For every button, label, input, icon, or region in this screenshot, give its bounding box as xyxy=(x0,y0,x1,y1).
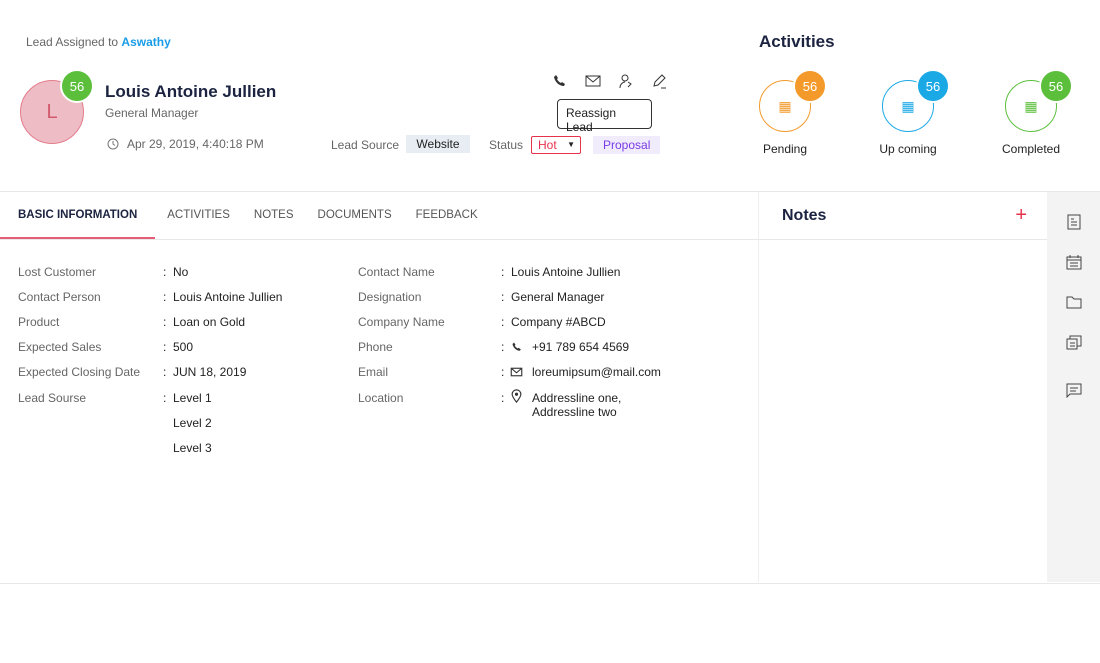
completed-label: Completed xyxy=(1001,142,1061,156)
field-label: Lost Customer xyxy=(18,265,97,279)
reassign-tooltip: Reassign Lead xyxy=(557,99,652,134)
lead-date: Apr 29, 2019, 4:40:18 PM xyxy=(107,137,264,151)
field-value: Addressline one, xyxy=(532,391,622,405)
stage-pill: Proposal xyxy=(593,136,661,154)
tab-documents[interactable]: DOCUMENTS xyxy=(306,192,404,239)
document-icon[interactable] xyxy=(1066,214,1082,230)
field-label: Contact Name xyxy=(358,265,435,279)
field-value: Loan on Gold xyxy=(173,315,246,329)
caret-down-icon: ▼ xyxy=(567,140,575,149)
calendar-check-icon: ▦ xyxy=(1024,97,1038,114)
reassign-user-icon[interactable] xyxy=(618,73,634,89)
location-pin-icon xyxy=(511,389,522,403)
lead-source-pill: Website xyxy=(406,135,470,153)
field-label: Location xyxy=(358,391,404,405)
field-label: Expected Closing Date xyxy=(18,365,141,379)
field-label: Phone xyxy=(358,340,393,354)
field-value: No xyxy=(173,265,189,279)
tab-feedback[interactable]: FEEDBACK xyxy=(404,192,490,239)
assignee-link[interactable]: Aswathy xyxy=(121,35,170,49)
phone-icon[interactable] xyxy=(552,73,568,89)
score-badge: 56 xyxy=(60,69,94,103)
field-value: JUN 18, 2019 xyxy=(173,365,247,379)
completed-count: 56 xyxy=(1039,69,1073,103)
tab-notes[interactable]: NOTES xyxy=(242,192,306,239)
lead-role: General Manager xyxy=(105,106,199,120)
right-sidebar xyxy=(1047,192,1100,582)
copy-icon[interactable] xyxy=(1066,334,1082,350)
phone-icon xyxy=(512,342,521,351)
field-value: Company #ABCD xyxy=(511,315,606,329)
calendar-icon[interactable] xyxy=(1066,254,1082,270)
field-value: Louis Antoine Jullien xyxy=(173,290,283,304)
field-value: Level 2 xyxy=(173,416,212,430)
field-value: 500 xyxy=(173,340,194,354)
field-value: Level 1 xyxy=(173,391,212,405)
field-value: Level 3 xyxy=(173,441,212,455)
field-label: Email xyxy=(358,365,389,379)
tab-activities[interactable]: ACTIVITIES xyxy=(155,192,242,239)
content-bottom-border xyxy=(0,583,1100,584)
field-label: Expected Sales xyxy=(18,340,102,354)
field-value: +91 789 654 4569 xyxy=(532,340,630,354)
pending-label: Pending xyxy=(762,142,808,156)
tab-basic-information[interactable]: BASIC INFORMATION xyxy=(0,192,156,239)
lead-source: Lead Source Website xyxy=(331,135,470,153)
field-value: General Manager xyxy=(511,290,605,304)
activity-pending[interactable]: ▦ 56 Pending xyxy=(725,69,845,156)
upcoming-count: 56 xyxy=(916,69,950,103)
comment-icon[interactable] xyxy=(1066,382,1082,398)
notes-title: Notes xyxy=(782,206,827,224)
lead-name: Louis Antoine Jullien xyxy=(105,82,277,101)
folder-icon[interactable] xyxy=(1066,294,1082,310)
clock-icon xyxy=(107,138,119,150)
status-label: Status xyxy=(489,138,524,152)
activity-upcoming[interactable]: ▦ 56 Up coming xyxy=(848,69,968,156)
add-note-button[interactable]: + xyxy=(1015,204,1027,227)
field-label: Designation xyxy=(358,290,422,304)
field-label: Contact Person xyxy=(18,290,101,304)
status-select[interactable]: Hot ▼ xyxy=(531,136,581,154)
field-label: Lead Sourse xyxy=(18,391,87,405)
activities-title: Activities xyxy=(759,32,835,51)
activity-completed[interactable]: ▦ 56 Completed xyxy=(971,69,1091,156)
edit-icon[interactable] xyxy=(651,73,667,89)
tab-bar: BASIC INFORMATION ACTIVITIES NOTES DOCUM… xyxy=(0,192,758,240)
field-value[interactable]: loreumipsum@mail.com xyxy=(532,365,661,379)
field-label: Product xyxy=(18,315,60,329)
calendar-clock-icon: ▦ xyxy=(778,97,792,114)
notes-panel: Notes + xyxy=(758,192,1047,582)
field-label: Company Name xyxy=(358,315,445,329)
calendar-bell-icon: ▦ xyxy=(901,97,915,114)
upcoming-label: Up coming xyxy=(879,142,937,156)
action-icons xyxy=(552,73,667,89)
pending-count: 56 xyxy=(793,69,827,103)
field-value: Addressline two xyxy=(532,405,617,419)
mail-icon[interactable] xyxy=(585,73,601,89)
field-value: Louis Antoine Jullien xyxy=(511,265,621,279)
lead-assigned: Lead Assigned to Aswathy xyxy=(26,35,171,49)
mail-icon xyxy=(510,367,523,377)
